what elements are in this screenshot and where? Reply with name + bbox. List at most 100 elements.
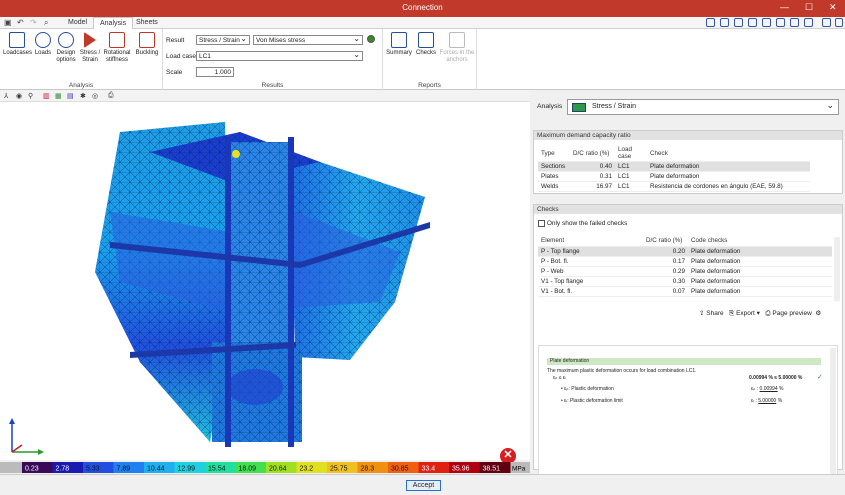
tab-sheets[interactable]: Sheets xyxy=(130,17,164,29)
limit-value: 5.00000 xyxy=(758,398,777,404)
only-failed-option[interactable]: Only show the failed checks xyxy=(538,220,627,227)
export-icon: ⎘ xyxy=(729,310,735,317)
table-cell: V1 - Top flange xyxy=(538,276,643,287)
page-preview-button[interactable]: ⎙ Page preview xyxy=(765,310,811,317)
table-cell: P - Top flange xyxy=(538,246,643,257)
table-row[interactable]: Sections 0.40 LC1 Plate deformation xyxy=(538,161,810,172)
rotate-icon[interactable] xyxy=(790,18,799,27)
settings-icon[interactable]: ✱ xyxy=(80,92,86,100)
pan-icon[interactable] xyxy=(776,18,785,27)
plastic-symbol: εₚ xyxy=(564,386,569,392)
deformation-limit-value-row: εₗ : 5.00000 % xyxy=(751,398,783,404)
minimize-icon[interactable]: — xyxy=(780,2,789,12)
view-3d-icon[interactable] xyxy=(804,18,813,27)
table-cell: Plate deformation xyxy=(647,171,810,182)
result-type-dropdown[interactable]: Von Mises stress xyxy=(253,34,363,45)
scale-tick-label: 2.78 xyxy=(56,466,70,473)
model-viewport[interactable]: ✕ xyxy=(0,102,530,464)
stress-strain-icon xyxy=(572,103,586,112)
view-icon[interactable] xyxy=(720,18,729,27)
export-button[interactable]: ⎘ Export ▾ xyxy=(729,310,760,317)
rotational-stiffness-button[interactable]: Rotational stiffness xyxy=(102,32,132,64)
undo-icon[interactable]: ↶ xyxy=(17,18,24,27)
table-row[interactable]: P - Web 0.29 Plate deformation xyxy=(538,266,832,277)
grid-icon[interactable]: ▥ xyxy=(43,92,50,100)
result-dropdown[interactable]: Stress / Strain xyxy=(196,34,250,45)
check-icon: ✓ xyxy=(817,374,823,381)
pin-icon[interactable]: ⚲ xyxy=(28,92,33,100)
checks-scrollbar[interactable] xyxy=(834,237,840,301)
table-row[interactable]: V1 - Bot. fl. 0.07 Plate deformation xyxy=(538,286,832,297)
scale-unit: MPa xyxy=(512,466,526,473)
save-icon[interactable]: ▣ xyxy=(4,18,12,27)
print-icon: ⎙ xyxy=(765,310,771,317)
status-icon xyxy=(367,35,375,43)
loadcase-dropdown[interactable]: LC1 xyxy=(196,50,363,61)
forces-anchors-button[interactable]: Forces in the anchors xyxy=(439,32,475,64)
checks-button[interactable]: Checks xyxy=(415,32,437,57)
plastic-deformation-row: • εₚ: Plastic deformation xyxy=(561,386,614,392)
eye-icon[interactable]: ◉ xyxy=(16,92,22,100)
table-cell: 0.20 xyxy=(643,246,688,257)
stress-model-render xyxy=(9,122,430,455)
checks-header: D/C ratio (%) xyxy=(643,236,688,247)
share-button[interactable]: ⇪ Share xyxy=(699,310,724,317)
scale-input[interactable]: 1.000 xyxy=(196,67,234,77)
table-cell: Plate deformation xyxy=(647,161,810,172)
buckling-button[interactable]: Buckling xyxy=(134,32,160,57)
comment-icon[interactable] xyxy=(835,18,843,27)
table-cell: Plate deformation xyxy=(688,246,832,257)
share-icon: ⇪ xyxy=(699,310,705,317)
only-failed-checkbox[interactable] xyxy=(538,220,545,227)
table-row[interactable]: Plates 0.31 LC1 Plate deformation xyxy=(538,171,810,182)
panel-icon[interactable] xyxy=(822,18,831,27)
chevron-down-icon: ⌄ xyxy=(826,100,834,110)
report-sentence: The maximum plastic deformation occurs f… xyxy=(547,368,697,374)
checks-title: Checks xyxy=(534,205,842,214)
table-cell: Plate deformation xyxy=(688,286,832,297)
zoom-icon[interactable] xyxy=(734,18,743,27)
loads-label: Loads xyxy=(34,50,52,56)
scale-tick-label: 12.99 xyxy=(178,466,196,473)
table-row[interactable]: Welds 16.97 LC1 Resistencia de cordones … xyxy=(538,181,810,192)
loads-button[interactable]: Loads xyxy=(33,32,53,57)
analysis-dropdown[interactable]: Stress / Strain ⌄ xyxy=(567,99,839,115)
loadcases-button[interactable]: Loadcases xyxy=(3,32,32,57)
view-icon[interactable] xyxy=(706,18,715,27)
axes-icon[interactable]: ⅄ xyxy=(4,92,8,100)
settings-icon[interactable]: ⚙ xyxy=(815,310,821,317)
tab-model[interactable]: Model xyxy=(62,17,93,29)
table-row[interactable]: V1 - Top flange 0.30 Plate deformation xyxy=(538,276,832,287)
table-cell: 0.30 xyxy=(643,276,688,287)
limit-symbol: εₗ xyxy=(564,398,568,404)
stress-strain-button[interactable]: Stress / Strain xyxy=(79,32,101,64)
report-scrollbar[interactable] xyxy=(830,348,836,486)
close-icon[interactable]: ✕ xyxy=(829,2,837,13)
dcr-title: Maximum demand capacity ratio xyxy=(534,131,842,140)
ribbon: Loadcases Loads Design options Stress / … xyxy=(0,29,845,90)
design-options-button[interactable]: Design options xyxy=(54,32,78,64)
checks-icon xyxy=(418,32,434,48)
analysis-group-label: Analysis xyxy=(68,82,94,89)
grid-icon[interactable]: ▦ xyxy=(55,92,62,100)
maximize-icon[interactable]: ☐ xyxy=(805,2,813,13)
table-cell: V1 - Bot. fl. xyxy=(538,286,643,297)
accept-button[interactable]: Accept xyxy=(406,480,441,491)
search-icon[interactable]: ⌕ xyxy=(44,18,48,28)
table-cell: LC1 xyxy=(615,181,647,192)
eye-icon[interactable]: ◎ xyxy=(92,92,98,100)
redo-icon[interactable]: ↷ xyxy=(30,18,37,27)
zoom-all-icon[interactable] xyxy=(762,18,771,27)
results-group-label: Results xyxy=(261,82,284,89)
table-cell: P - Web xyxy=(538,266,643,277)
print-icon[interactable]: ⎙ xyxy=(108,92,114,100)
zoom-window-icon[interactable] xyxy=(748,18,757,27)
table-row[interactable]: P - Bot. fl. 0.17 Plate deformation xyxy=(538,256,832,267)
table-icon[interactable]: ▤ xyxy=(67,92,74,100)
table-row[interactable]: P - Top flange 0.20 Plate deformation xyxy=(538,246,832,257)
checks-header-row: Element D/C ratio (%) Code checks xyxy=(538,236,832,247)
table-cell: Plates xyxy=(538,171,570,182)
color-scale: 0.23 2.78 5.33 7.89 10.44 12.99 15.54 18.09 20.6… xyxy=(0,462,530,473)
tab-analysis[interactable]: Analysis xyxy=(93,17,134,29)
summary-button[interactable]: Summary xyxy=(385,32,413,57)
